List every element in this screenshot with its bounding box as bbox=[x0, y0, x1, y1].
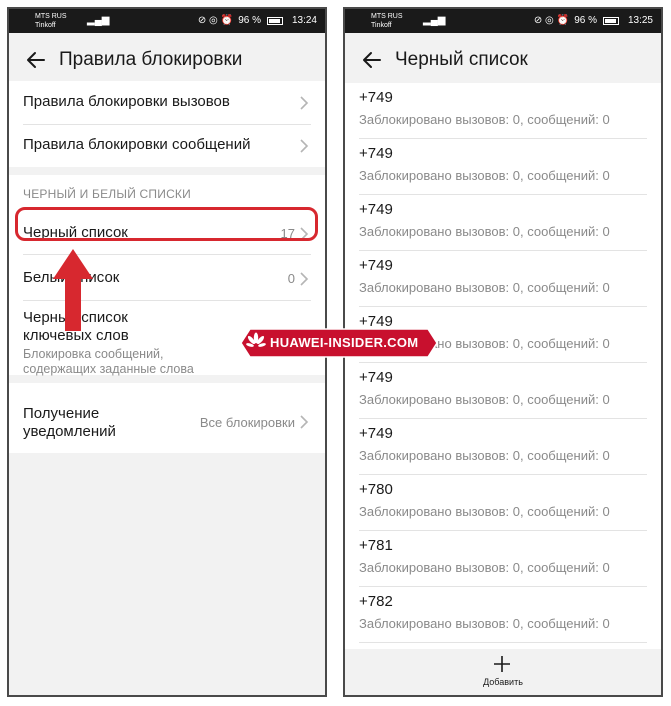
notifications-label-1: Получение bbox=[23, 405, 100, 422]
phone-number: +749 bbox=[359, 89, 393, 106]
blacklist-entries: +749 Заблокировано вызовов: 0, сообщений… bbox=[345, 83, 661, 653]
block-stats: Заблокировано вызовов: 0, сообщений: 0 bbox=[359, 224, 610, 239]
section-header: ЧЕРНЫЙ И БЕЛЫЙ СПИСКИ bbox=[23, 187, 191, 201]
phone-number: +749 bbox=[359, 201, 393, 218]
battery-icon bbox=[267, 17, 283, 25]
list-item[interactable]: +749 Заблокировано вызовов: 0, сообщений… bbox=[345, 195, 661, 251]
watermark-text: HUAWEI-INSIDER.COM bbox=[270, 335, 419, 350]
notifications-item[interactable]: Получение уведомлений Все блокировки bbox=[9, 383, 325, 453]
chevron-right-icon bbox=[300, 139, 309, 153]
carrier-info: MTS RUS Tinkoff bbox=[35, 12, 67, 30]
status-icons: ⊘ ◎ ⏰ bbox=[197, 15, 233, 26]
whitelist-count: 0 bbox=[287, 271, 295, 286]
phone-number: +782 bbox=[359, 593, 393, 610]
list-item[interactable]: +780 Заблокировано вызовов: 0, сообщений… bbox=[345, 475, 661, 531]
signal-icon: ▂▄▆ bbox=[423, 15, 446, 26]
carrier-name-1: MTS RUS bbox=[35, 13, 67, 20]
call-blocking-rules-item[interactable]: Правила блокировки вызовов bbox=[9, 81, 325, 124]
notifications-value: Все блокировки bbox=[199, 415, 295, 430]
divider bbox=[359, 642, 647, 643]
add-button[interactable]: Добавить bbox=[455, 649, 551, 695]
list-item[interactable]: +749 Заблокировано вызовов: 0, сообщений… bbox=[345, 419, 661, 475]
list-item[interactable]: +749 Заблокировано вызовов: 0, сообщений… bbox=[345, 251, 661, 307]
list-item[interactable]: +749 Заблокировано вызовов: 0, сообщений… bbox=[345, 83, 661, 139]
page-title: Правила блокировки bbox=[59, 49, 243, 70]
page-title: Черный список bbox=[395, 49, 528, 70]
list-item[interactable]: +782 Заблокировано вызовов: 0, сообщений… bbox=[345, 587, 661, 643]
phone-number: +781 bbox=[359, 537, 393, 554]
notifications-label-2: уведомлений bbox=[23, 423, 116, 440]
block-stats: Заблокировано вызовов: 0, сообщений: 0 bbox=[359, 168, 610, 183]
chevron-right-icon bbox=[300, 272, 309, 286]
battery-percent: 96 % bbox=[574, 15, 597, 26]
phone-number: +749 bbox=[359, 145, 393, 162]
clock: 13:24 bbox=[291, 15, 317, 26]
block-stats: Заблокировано вызовов: 0, сообщений: 0 bbox=[359, 392, 610, 407]
carrier-name-2: Tinkoff bbox=[371, 22, 392, 29]
carrier-info: MTS RUS Tinkoff bbox=[371, 12, 403, 30]
keyword-blacklist-desc-1: Блокировка сообщений, bbox=[23, 347, 164, 361]
list-item[interactable]: +781 Заблокировано вызовов: 0, сообщений… bbox=[345, 531, 661, 587]
list-item[interactable]: +749 Заблокировано вызовов: 0, сообщений… bbox=[345, 139, 661, 195]
back-arrow-icon[interactable] bbox=[359, 47, 385, 73]
keyword-blacklist-desc-2: содержащих заданные слова bbox=[23, 362, 194, 376]
back-arrow-icon[interactable] bbox=[23, 47, 49, 73]
rules-card: Правила блокировки вызовов Правила блоки… bbox=[9, 81, 325, 167]
phone-number: +780 bbox=[359, 481, 393, 498]
status-bar: MTS RUS Tinkoff ▂▄▆ ⊘ ◎ ⏰ 96 % 13:24 bbox=[9, 9, 325, 33]
carrier-name-1: MTS RUS bbox=[371, 13, 403, 20]
block-stats: Заблокировано вызовов: 0, сообщений: 0 bbox=[359, 448, 610, 463]
signal-icon: ▂▄▆ bbox=[87, 15, 110, 26]
blacklist-highlight-frame bbox=[15, 207, 318, 241]
watermark-logo: HUAWEI-INSIDER.COM bbox=[240, 328, 438, 358]
chevron-right-icon bbox=[300, 96, 309, 110]
status-icons: ⊘ ◎ ⏰ bbox=[533, 15, 569, 26]
add-button-label: Добавить bbox=[483, 677, 523, 687]
block-stats: Заблокировано вызовов: 0, сообщений: 0 bbox=[359, 280, 610, 295]
phone-number: +749 bbox=[359, 425, 393, 442]
app-bar: Черный список bbox=[345, 33, 661, 89]
plus-icon bbox=[494, 656, 510, 672]
phone-number: +749 bbox=[359, 369, 393, 386]
clock: 13:25 bbox=[627, 15, 653, 26]
chevron-right-icon bbox=[300, 415, 309, 429]
call-blocking-rules-label: Правила блокировки вызовов bbox=[23, 93, 230, 110]
message-blocking-rules-label: Правила блокировки сообщений bbox=[23, 136, 251, 153]
notifications-card: Получение уведомлений Все блокировки bbox=[9, 383, 325, 453]
status-bar: MTS RUS Tinkoff ▂▄▆ ⊘ ◎ ⏰ 96 % 13:25 bbox=[345, 9, 661, 33]
red-arrow-up-icon bbox=[53, 249, 93, 331]
block-stats: Заблокировано вызовов: 0, сообщений: 0 bbox=[359, 560, 610, 575]
block-stats: Заблокировано вызовов: 0, сообщений: 0 bbox=[359, 504, 610, 519]
battery-icon bbox=[603, 17, 619, 25]
battery-percent: 96 % bbox=[238, 15, 261, 26]
message-blocking-rules-item[interactable]: Правила блокировки сообщений bbox=[9, 125, 325, 167]
block-stats: Заблокировано вызовов: 0, сообщений: 0 bbox=[359, 616, 610, 631]
list-item[interactable]: +749 Заблокировано вызовов: 0, сообщений… bbox=[345, 363, 661, 419]
bottom-toolbar: Добавить bbox=[345, 649, 661, 695]
block-stats: Заблокировано вызовов: 0, сообщений: 0 bbox=[359, 112, 610, 127]
phone-number: +749 bbox=[359, 257, 393, 274]
carrier-name-2: Tinkoff bbox=[35, 22, 56, 29]
